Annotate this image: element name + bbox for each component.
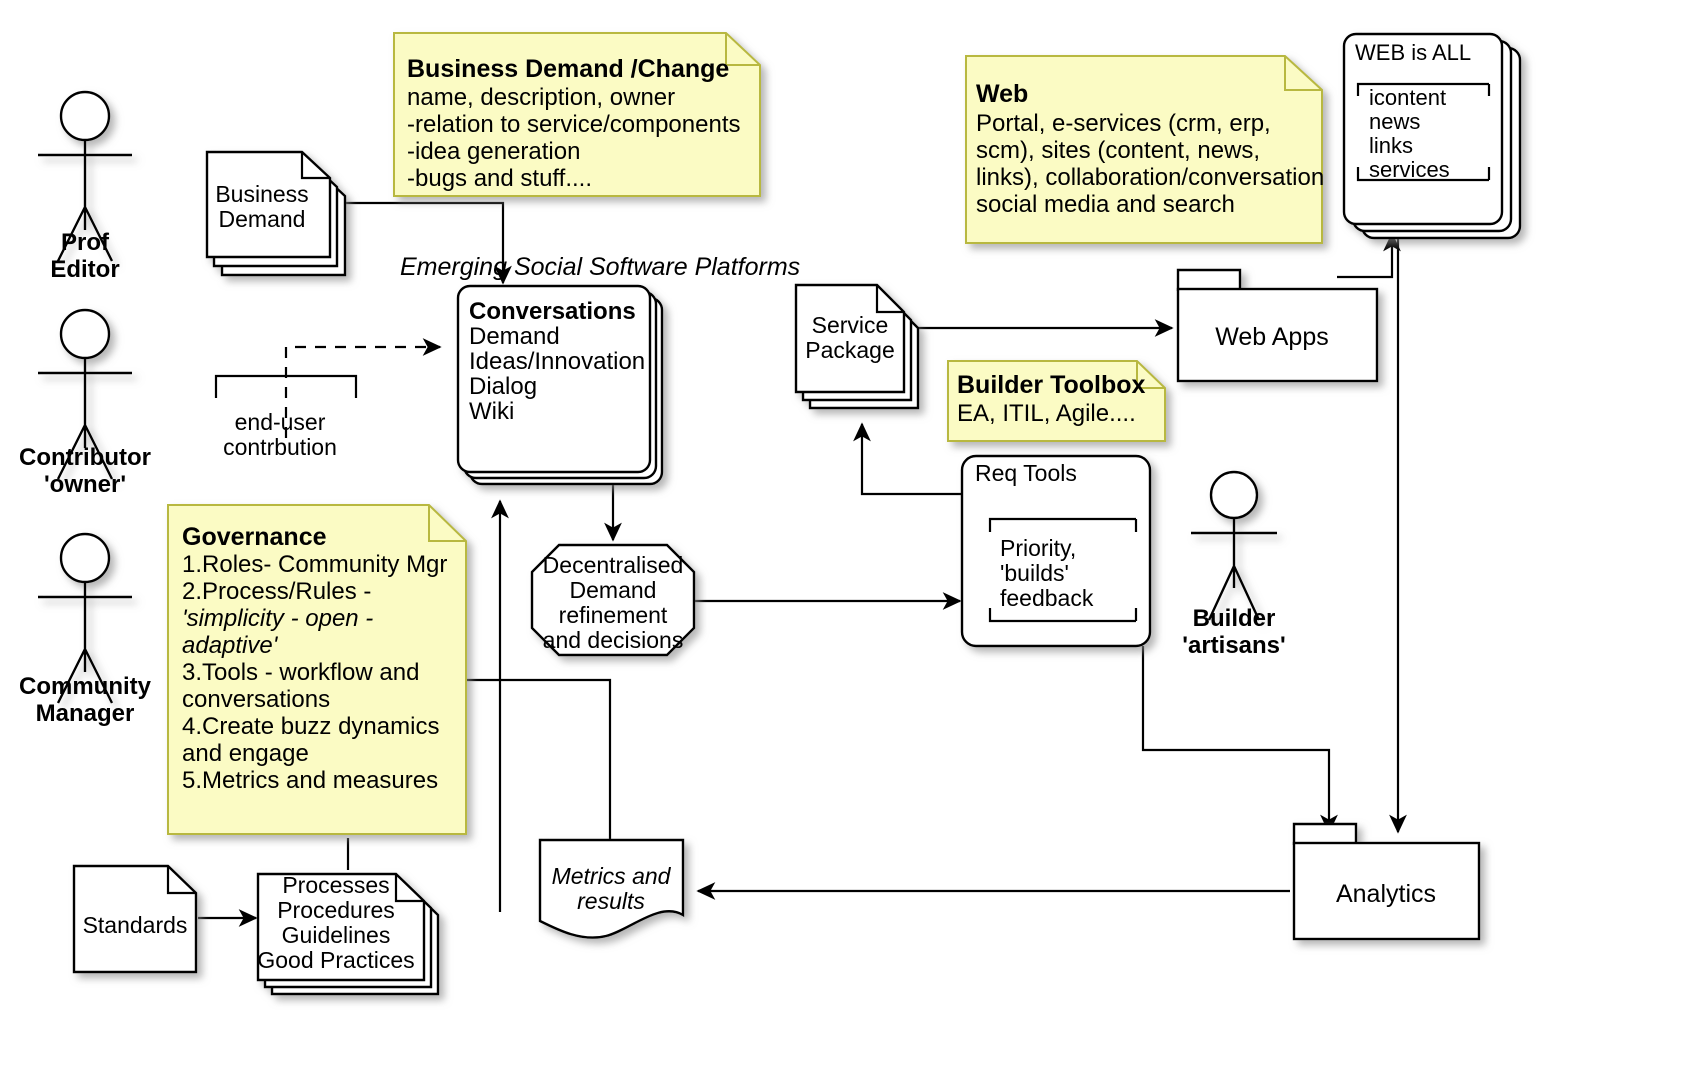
node-label-line: links bbox=[1369, 133, 1413, 158]
actor-contributor-owner: Contributor 'owner' bbox=[19, 308, 151, 498]
note-line: links), collaboration/conversation bbox=[976, 164, 1324, 191]
diagram-svg: Prof Editor Contributor 'owner' Communit… bbox=[19, 32, 1522, 996]
note-line: 4.Create buzz dynamics bbox=[182, 713, 439, 740]
actor-prof-editor: Prof Editor bbox=[38, 90, 132, 283]
node-label-line: icontent bbox=[1369, 85, 1446, 110]
note-line: social media and search bbox=[976, 191, 1235, 218]
actor-label-line1: Builder bbox=[1193, 605, 1276, 632]
note-line: 3.Tools - workflow and bbox=[182, 659, 419, 686]
node-label-line2: Demand bbox=[219, 206, 306, 232]
node-label-line: 'builds' bbox=[1000, 560, 1069, 586]
node-label-line: services bbox=[1369, 157, 1450, 182]
node-label-line1: end-user bbox=[235, 409, 326, 435]
node-title: WEB is ALL bbox=[1355, 40, 1471, 65]
actor-label-line1: Community bbox=[19, 673, 152, 700]
node-label-line: Wiki bbox=[469, 398, 514, 425]
note-line: -bugs and stuff.... bbox=[407, 165, 592, 192]
actor-label-line2: 'owner' bbox=[44, 471, 126, 498]
note-line: and engage bbox=[182, 740, 309, 767]
node-label-line: and decisions bbox=[543, 627, 684, 653]
node-label-line: Procedures bbox=[277, 897, 395, 923]
actor-label-line2: Manager bbox=[36, 700, 135, 727]
node-label-line: Decentralised bbox=[543, 552, 684, 578]
node-label-line1: Business bbox=[215, 181, 308, 207]
edge-web-apps-to-web-is-all bbox=[1337, 232, 1401, 279]
note-line: conversations bbox=[182, 686, 330, 713]
diagram-canvas: Prof Editor Contributor 'owner' Communit… bbox=[0, 0, 1687, 1091]
node-label-line: Demand bbox=[570, 577, 657, 603]
actor-community-manager: Community Manager bbox=[19, 532, 152, 727]
actor-label-line1: Prof bbox=[61, 229, 110, 256]
node-label: Standards bbox=[83, 912, 188, 938]
note-title: Governance bbox=[182, 523, 327, 551]
diagram-inline-title: Emerging Social Software Platforms bbox=[400, 253, 800, 281]
node-label: Web Apps bbox=[1215, 323, 1329, 351]
node-label-line: Priority, bbox=[1000, 535, 1076, 561]
note-line: adaptive' bbox=[182, 632, 279, 659]
node-label-line1: Metrics and bbox=[552, 863, 672, 889]
note-line: EA, ITIL, Agile.... bbox=[957, 400, 1136, 427]
note-line: 5.Metrics and measures bbox=[182, 767, 438, 794]
node-label: Analytics bbox=[1336, 880, 1436, 908]
note-line: -idea generation bbox=[407, 138, 580, 165]
note-title: Web bbox=[976, 80, 1028, 108]
node-label-line: Good Practices bbox=[257, 947, 414, 973]
note-title: Builder Toolbox bbox=[957, 371, 1146, 399]
node-label-line: Demand bbox=[469, 323, 560, 350]
actor-label-line2: Editor bbox=[50, 256, 119, 283]
node-label-line2: Package bbox=[805, 337, 895, 363]
note-line: 'simplicity - open - bbox=[182, 605, 373, 632]
node-label-line: Dialog bbox=[469, 373, 537, 400]
note-line: scm), sites (content, news, bbox=[976, 137, 1260, 164]
node-title: Req Tools bbox=[975, 460, 1077, 486]
actor-builder-artisans: Builder 'artisans' bbox=[1182, 470, 1286, 659]
node-label-line: news bbox=[1369, 109, 1420, 134]
actor-label-line1: Contributor bbox=[19, 444, 151, 471]
note-line: 2.Process/Rules - bbox=[182, 578, 371, 605]
actor-label-line2: 'artisans' bbox=[1182, 632, 1285, 659]
node-label-line: feedback bbox=[1000, 585, 1094, 611]
node-label-line: Processes bbox=[282, 872, 389, 898]
node-label-line: refinement bbox=[559, 602, 668, 628]
node-title: Conversations bbox=[469, 298, 636, 325]
node-label-line1: Service bbox=[812, 312, 889, 338]
note-title: Business Demand /Change bbox=[407, 55, 729, 83]
note-line: -relation to service/components bbox=[407, 111, 741, 138]
node-label-line: Guidelines bbox=[282, 922, 391, 948]
note-line: 1.Roles- Community Mgr bbox=[182, 551, 447, 578]
node-label-line: Ideas/Innovation bbox=[469, 348, 645, 375]
note-line: Portal, e-services (crm, erp, bbox=[976, 110, 1271, 137]
node-label-line2: results bbox=[577, 888, 645, 914]
edge-req-tools-to-analytics bbox=[1141, 646, 1338, 834]
node-label-line2: contrbution bbox=[223, 434, 337, 460]
note-line: name, description, owner bbox=[407, 84, 675, 111]
edge-governance-to-metrics bbox=[466, 678, 612, 840]
